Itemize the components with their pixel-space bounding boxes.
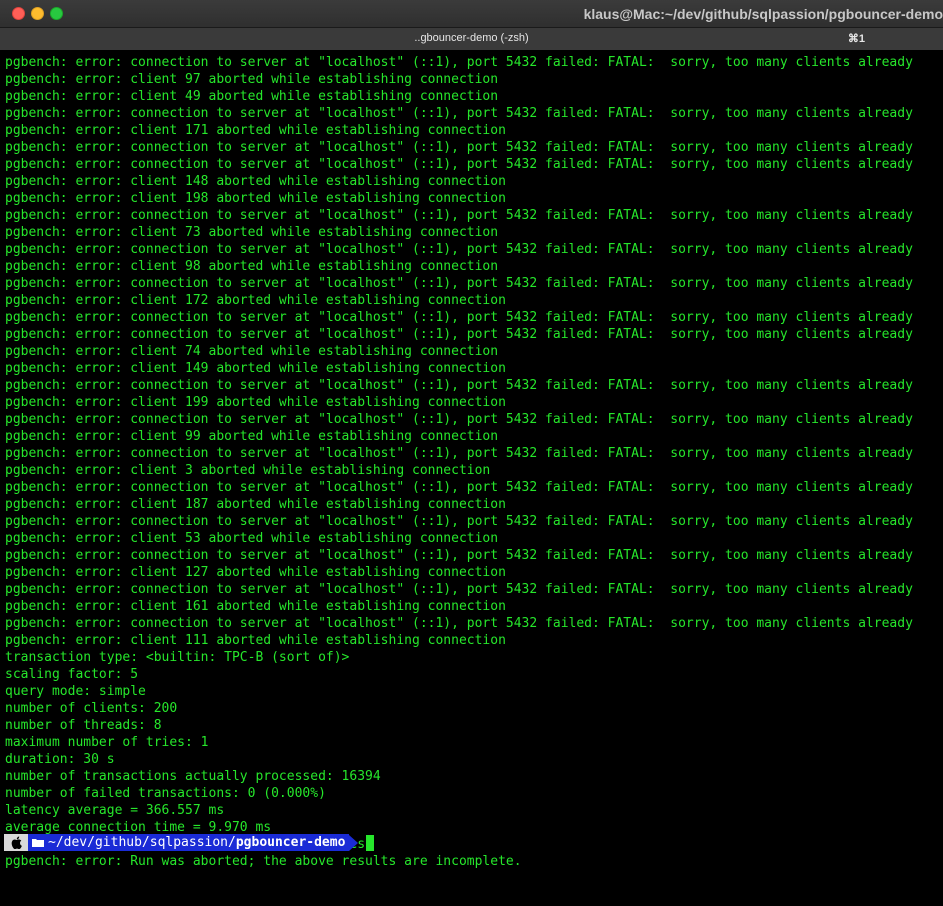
terminal-line: pgbench: error: connection to server at … [5,276,913,291]
terminal-line: pgbench: error: connection to server at … [5,616,913,631]
terminal-line: pgbench: error: connection to server at … [5,157,913,172]
minimize-button[interactable] [31,7,44,20]
terminal-line: pgbench: error: client 187 aborted while… [5,497,506,512]
folder-icon [32,839,44,847]
terminal-line: number of transactions actually processe… [5,769,381,784]
terminal-line: pgbench: error: client 127 aborted while… [5,565,506,580]
tab-zsh[interactable]: ..gbouncer-demo (-zsh) ⌘1 [0,28,943,50]
terminal-line: pgbench: error: connection to server at … [5,106,913,121]
terminal-line: pgbench: error: Run was aborted; the abo… [5,854,522,869]
terminal-line: duration: 30 s [5,752,115,767]
terminal-line: pgbench: error: client 49 aborted while … [5,89,499,104]
terminal-line: pgbench: error: connection to server at … [5,514,913,529]
terminal-line: pgbench: error: connection to server at … [5,412,913,427]
terminal-line: pgbench: error: connection to server at … [5,140,913,155]
terminal-line: pgbench: error: client 199 aborted while… [5,395,506,410]
prompt-path: ~/dev/github/sqlpassion/pgbouncer-demo [28,834,350,851]
terminal-line: pgbench: error: client 149 aborted while… [5,361,506,376]
terminal-line: scaling factor: 5 [5,667,139,682]
close-button[interactable] [12,7,25,20]
terminal-line: transaction type: <builtin: TPC-B (sort … [5,650,350,665]
maximize-button[interactable] [50,7,63,20]
terminal-line: query mode: simple [5,684,146,699]
terminal-line: latency average = 366.557 ms [5,803,225,818]
shell-prompt: ~/dev/github/sqlpassion/pgbouncer-demo [4,834,375,851]
terminal-line: pgbench: error: connection to server at … [5,208,913,223]
terminal-line: pgbench: error: connection to server at … [5,480,913,495]
tab-shortcut: ⌘1 [847,33,865,45]
terminal-line: maximum number of tries: 1 [5,735,209,750]
apple-icon [4,834,28,851]
terminal-line: pgbench: error: client 74 aborted while … [5,344,499,359]
terminal-line: pgbench: error: client 161 aborted while… [5,599,506,614]
terminal-line: pgbench: error: connection to server at … [5,242,913,257]
terminal-line: pgbench: error: client 99 aborted while … [5,429,499,444]
terminal-line: pgbench: error: client 148 aborted while… [5,174,506,189]
terminal-line: number of clients: 200 [5,701,178,716]
terminal-line: pgbench: error: connection to server at … [5,55,913,70]
terminal-line: number of threads: 8 [5,718,162,733]
terminal-line: pgbench: error: client 3 aborted while e… [5,463,491,478]
terminal-line: pgbench: error: connection to server at … [5,548,913,563]
tab-label: ..gbouncer-demo (-zsh) [414,32,529,44]
terminal-line: pgbench: error: client 73 aborted while … [5,225,499,240]
prompt-path-current: pgbouncer-demo [235,835,346,850]
tab-bar: ..gbouncer-demo (-zsh) ⌘1 [0,28,943,50]
window-title: klaus@Mac:~/dev/github/sqlpassion/pgboun… [583,6,943,22]
terminal-line: pgbench: error: client 198 aborted while… [5,191,506,206]
prompt-separator [349,834,359,851]
terminal-line: number of failed transactions: 0 (0.000%… [5,786,326,801]
title-bar[interactable]: klaus@Mac:~/dev/github/sqlpassion/pgboun… [0,0,943,28]
terminal-line: pgbench: error: client 172 aborted while… [5,293,506,308]
terminal-line: pgbench: error: client 98 aborted while … [5,259,499,274]
terminal-line: pgbench: error: connection to server at … [5,378,913,393]
terminal-line: pgbench: error: client 171 aborted while… [5,123,506,138]
terminal-line: pgbench: error: client 97 aborted while … [5,72,499,87]
terminal-line: pgbench: error: client 53 aborted while … [5,531,499,546]
terminal-cursor [366,834,375,851]
terminal-line: pgbench: error: connection to server at … [5,327,913,342]
terminal-window: klaus@Mac:~/dev/github/sqlpassion/pgboun… [0,0,943,906]
terminal-line: pgbench: error: client 111 aborted while… [5,633,506,648]
terminal-output[interactable]: pgbench: error: connection to server at … [0,53,943,906]
terminal-line: pgbench: error: connection to server at … [5,310,913,325]
terminal-line: pgbench: error: connection to server at … [5,582,913,597]
prompt-path-prefix: ~/dev/github/sqlpassion/ [48,835,236,850]
terminal-line: pgbench: error: connection to server at … [5,446,913,461]
